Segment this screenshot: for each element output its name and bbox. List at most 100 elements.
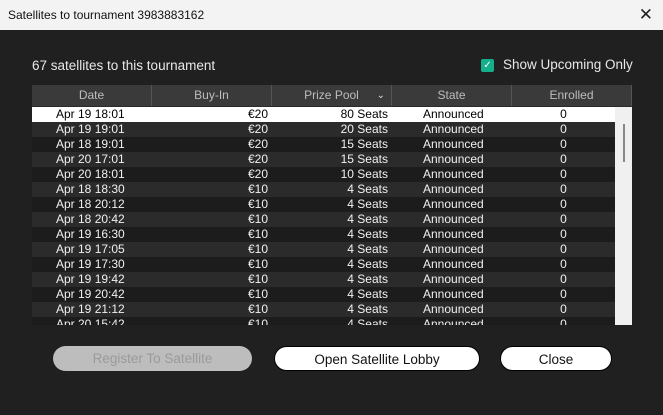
cell-enrolled: 0 bbox=[560, 242, 567, 256]
table-row[interactable]: Apr 19 17:05 €10 4 Seats Announced 0 bbox=[32, 242, 615, 257]
cell-prize-pool: 4 Seats bbox=[347, 287, 388, 301]
cell-prize-pool: 4 Seats bbox=[347, 242, 388, 256]
cell-prize-pool: 4 Seats bbox=[347, 272, 388, 286]
sort-chevron-down-icon: ⌄ bbox=[376, 90, 385, 101]
cell-enrolled: 0 bbox=[560, 167, 567, 181]
cell-buy-in: €10 bbox=[247, 302, 268, 316]
cell-date: Apr 19 19:01 bbox=[56, 122, 125, 136]
cell-buy-in: €20 bbox=[247, 122, 268, 136]
cell-date: Apr 18 20:12 bbox=[56, 197, 125, 211]
table-row[interactable]: Apr 19 17:30 €10 4 Seats Announced 0 bbox=[32, 257, 615, 272]
cell-enrolled: 0 bbox=[560, 302, 567, 316]
header-date[interactable]: Date bbox=[32, 85, 152, 106]
cell-buy-in: €10 bbox=[247, 242, 268, 256]
cell-date: Apr 19 17:30 bbox=[56, 257, 125, 271]
title-bar: Satellites to tournament 3983883162 ✕ bbox=[0, 0, 663, 30]
cell-date: Apr 19 20:42 bbox=[56, 287, 125, 301]
header-prize-pool-label: Prize Pool bbox=[304, 88, 359, 102]
show-upcoming-checkbox[interactable]: ✓ bbox=[481, 59, 494, 72]
satellites-table: Date Buy-In Prize Pool ⌄ State Enrolled A… bbox=[32, 85, 632, 325]
cell-date: Apr 20 17:01 bbox=[56, 152, 125, 166]
register-to-satellite-button[interactable]: Register To Satellite bbox=[53, 346, 252, 371]
cell-state: Announced bbox=[423, 122, 484, 136]
cell-prize-pool: 4 Seats bbox=[347, 227, 388, 241]
table-row[interactable]: Apr 19 18:01 €20 80 Seats Announced 0 bbox=[32, 107, 615, 122]
cell-prize-pool: 15 Seats bbox=[340, 137, 388, 151]
table-row[interactable]: Apr 19 19:42 €10 4 Seats Announced 0 bbox=[32, 272, 615, 287]
table-row[interactable]: Apr 18 19:01 €20 15 Seats Announced 0 bbox=[32, 137, 615, 152]
cell-state: Announced bbox=[423, 152, 484, 166]
cell-buy-in: €10 bbox=[247, 317, 268, 325]
cell-buy-in: €20 bbox=[247, 167, 268, 181]
cell-date: Apr 18 19:01 bbox=[56, 137, 125, 151]
cell-state: Announced bbox=[423, 302, 484, 316]
cell-state: Announced bbox=[423, 317, 484, 325]
cell-enrolled: 0 bbox=[560, 212, 567, 226]
cell-prize-pool: 80 Seats bbox=[340, 107, 388, 121]
cell-prize-pool: 10 Seats bbox=[340, 167, 388, 181]
cell-state: Announced bbox=[423, 257, 484, 271]
cell-prize-pool: 20 Seats bbox=[340, 122, 388, 136]
cell-state: Announced bbox=[423, 272, 484, 286]
cell-enrolled: 0 bbox=[560, 197, 567, 211]
header-state[interactable]: State bbox=[392, 85, 512, 106]
cell-buy-in: €10 bbox=[247, 257, 268, 271]
cell-enrolled: 0 bbox=[560, 317, 567, 325]
table-row[interactable]: Apr 20 18:01 €20 10 Seats Announced 0 bbox=[32, 167, 615, 182]
cell-enrolled: 0 bbox=[560, 182, 567, 196]
open-satellite-lobby-button[interactable]: Open Satellite Lobby bbox=[274, 346, 480, 371]
cell-state: Announced bbox=[423, 212, 484, 226]
cell-state: Announced bbox=[423, 287, 484, 301]
cell-enrolled: 0 bbox=[560, 137, 567, 151]
cell-date: Apr 19 18:01 bbox=[56, 107, 125, 121]
table-header: Date Buy-In Prize Pool ⌄ State Enrolled bbox=[32, 85, 632, 106]
cell-prize-pool: 4 Seats bbox=[347, 302, 388, 316]
table-row[interactable]: Apr 20 17:01 €20 15 Seats Announced 0 bbox=[32, 152, 615, 167]
close-button[interactable]: Close bbox=[500, 346, 612, 371]
cell-date: Apr 19 17:05 bbox=[56, 242, 125, 256]
cell-buy-in: €20 bbox=[247, 152, 268, 166]
table-row[interactable]: Apr 19 20:42 €10 4 Seats Announced 0 bbox=[32, 287, 615, 302]
cell-state: Announced bbox=[423, 182, 484, 196]
table-row[interactable]: Apr 18 20:12 €10 4 Seats Announced 0 bbox=[32, 197, 615, 212]
cell-prize-pool: 4 Seats bbox=[347, 197, 388, 211]
scrollbar[interactable] bbox=[615, 107, 632, 325]
cell-enrolled: 0 bbox=[560, 287, 567, 301]
table-row[interactable]: Apr 18 20:42 €10 4 Seats Announced 0 bbox=[32, 212, 615, 227]
table-row[interactable]: Apr 19 21:12 €10 4 Seats Announced 0 bbox=[32, 302, 615, 317]
cell-enrolled: 0 bbox=[560, 122, 567, 136]
cell-date: Apr 19 19:42 bbox=[56, 272, 125, 286]
cell-date: Apr 20 15:42 bbox=[56, 317, 125, 325]
cell-date: Apr 18 18:30 bbox=[56, 182, 125, 196]
table-row[interactable]: Apr 20 15:42 €10 4 Seats Announced 0 bbox=[32, 317, 615, 325]
table-body: Apr 19 18:01 €20 80 Seats Announced 0 Apr 19 … bbox=[32, 107, 615, 325]
header-prize-pool[interactable]: Prize Pool ⌄ bbox=[272, 85, 392, 106]
cell-enrolled: 0 bbox=[560, 107, 567, 121]
cell-prize-pool: 4 Seats bbox=[347, 317, 388, 325]
header-enrolled[interactable]: Enrolled bbox=[512, 85, 632, 106]
cell-state: Announced bbox=[423, 137, 484, 151]
cell-state: Announced bbox=[423, 107, 484, 121]
show-upcoming-label[interactable]: Show Upcoming Only bbox=[503, 57, 633, 72]
table-row[interactable]: Apr 19 16:30 €10 4 Seats Announced 0 bbox=[32, 227, 615, 242]
scrollbar-thumb[interactable] bbox=[623, 124, 625, 162]
cell-state: Announced bbox=[423, 227, 484, 241]
cell-prize-pool: 4 Seats bbox=[347, 212, 388, 226]
cell-buy-in: €10 bbox=[247, 197, 268, 211]
cell-buy-in: €10 bbox=[247, 182, 268, 196]
cell-date: Apr 19 21:12 bbox=[56, 302, 125, 316]
cell-buy-in: €10 bbox=[247, 272, 268, 286]
close-icon[interactable]: ✕ bbox=[639, 0, 653, 30]
satellite-count: 67 satellites to this tournament bbox=[32, 58, 216, 73]
table-row[interactable]: Apr 19 19:01 €20 20 Seats Announced 0 bbox=[32, 122, 615, 137]
table-row[interactable]: Apr 18 18:30 €10 4 Seats Announced 0 bbox=[32, 182, 615, 197]
cell-prize-pool: 4 Seats bbox=[347, 257, 388, 271]
header-buy-in[interactable]: Buy-In bbox=[152, 85, 272, 106]
cell-prize-pool: 4 Seats bbox=[347, 182, 388, 196]
cell-enrolled: 0 bbox=[560, 227, 567, 241]
cell-buy-in: €20 bbox=[247, 107, 268, 121]
cell-state: Announced bbox=[423, 242, 484, 256]
cell-state: Announced bbox=[423, 197, 484, 211]
cell-date: Apr 18 20:42 bbox=[56, 212, 125, 226]
cell-buy-in: €10 bbox=[247, 287, 268, 301]
